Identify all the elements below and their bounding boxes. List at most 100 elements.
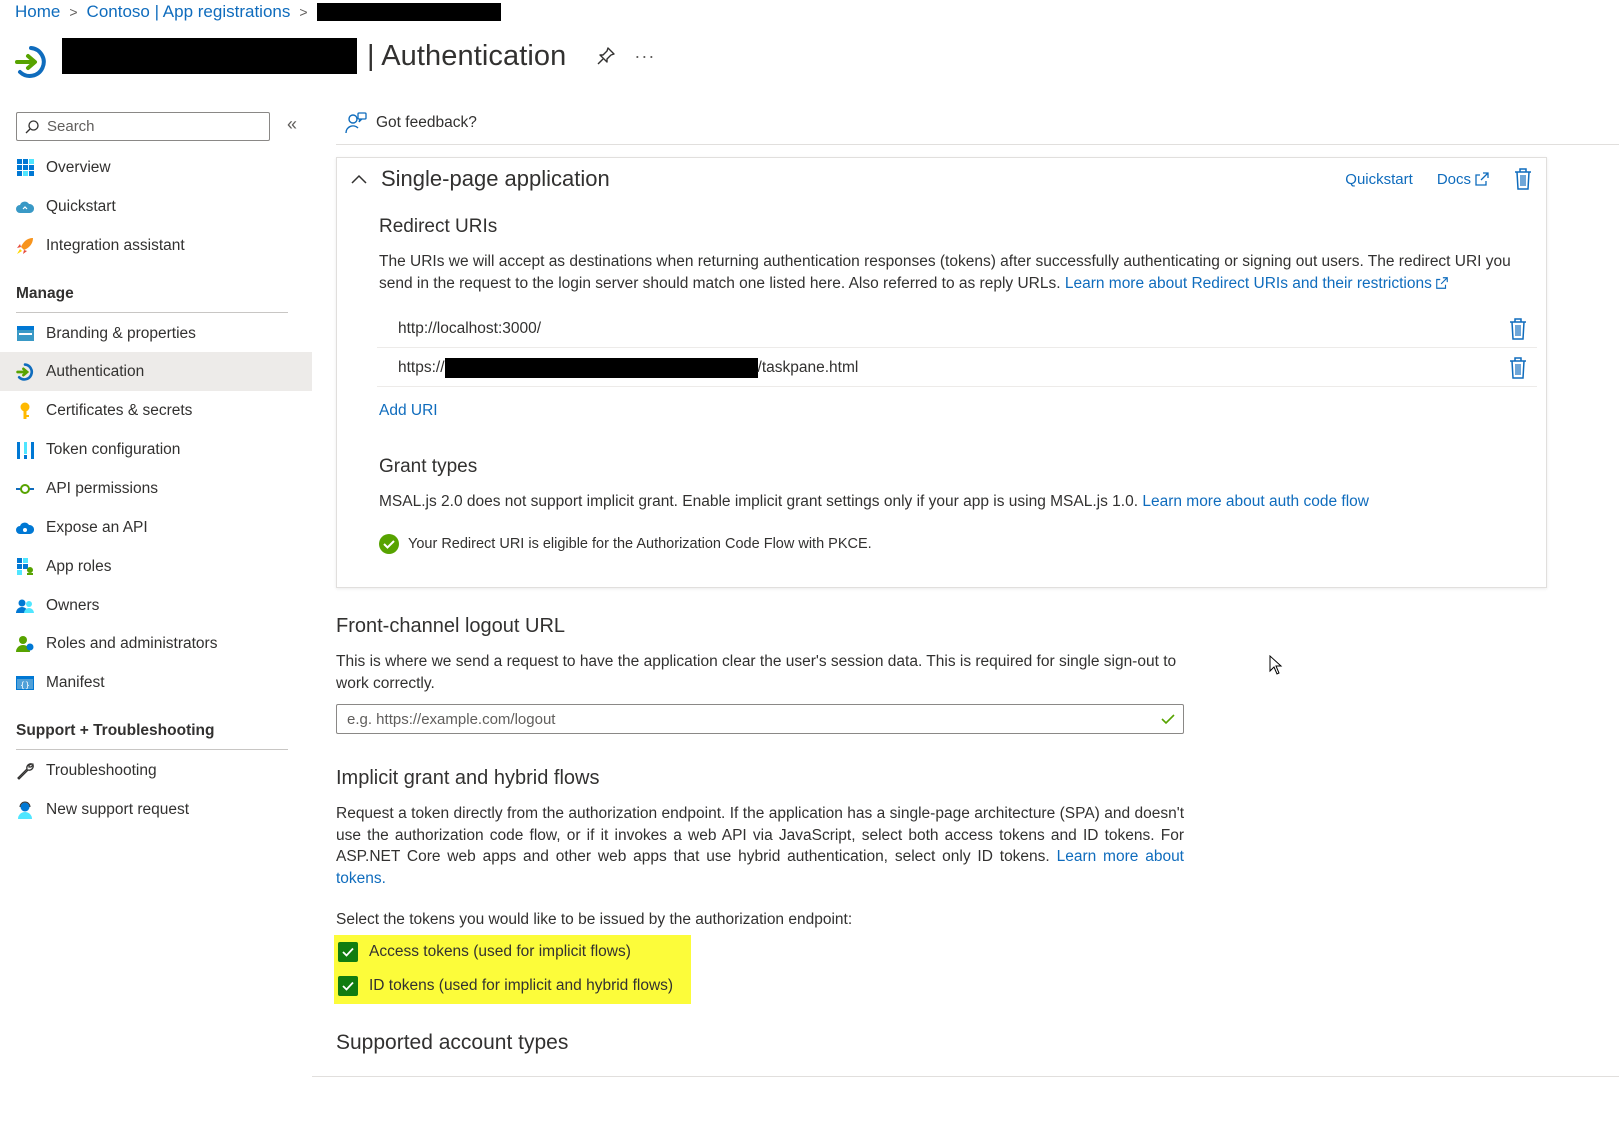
auth-code-learn-more-link[interactable]: Learn more about auth code flow	[1142, 493, 1369, 510]
delete-uri-button[interactable]	[1509, 318, 1527, 340]
sidebar-item-token-configuration[interactable]: Token configuration	[0, 430, 312, 469]
page-title: | Authentication	[367, 39, 567, 72]
add-uri-link[interactable]: Add URI	[379, 402, 438, 420]
front-channel-description: This is where we send a request to have …	[336, 653, 1177, 692]
feedback-person-icon	[345, 112, 367, 134]
token-select-prompt: Select the tokens you would like to be i…	[336, 911, 853, 928]
redirect-learn-more-label: Learn more about Redirect URIs and their…	[1064, 274, 1432, 292]
sidebar-item-integration-assistant[interactable]: Integration assistant	[0, 226, 312, 265]
access-tokens-label: Access tokens (used for implicit flows)	[369, 943, 631, 960]
feedback-label: Got feedback?	[376, 114, 477, 131]
front-channel-logout-input[interactable]: e.g. https://example.com/logout	[336, 704, 1184, 734]
sidebar-item-label: Manifest	[46, 673, 105, 691]
spa-platform-card: Single-page application Quickstart Docs …	[336, 157, 1547, 588]
sidebar-item-roles-administrators[interactable]: Roles and administrators	[0, 624, 312, 663]
page-header: | Authentication ···	[14, 30, 655, 82]
mouse-cursor-icon	[1269, 655, 1283, 675]
docs-link[interactable]: Docs	[1437, 171, 1490, 188]
delete-uri-button[interactable]	[1509, 357, 1527, 379]
sidebar-item-label: Token configuration	[46, 440, 181, 458]
external-link-icon	[1475, 172, 1489, 186]
collapse-sidebar-button[interactable]: «	[287, 114, 297, 135]
sidebar-item-label: Quickstart	[46, 197, 116, 215]
owners-icon	[16, 597, 34, 615]
divider	[336, 144, 1619, 145]
sidebar-item-label: Integration assistant	[46, 236, 185, 254]
access-tokens-checkbox-row[interactable]: Access tokens (used for implicit flows)	[338, 942, 631, 962]
cloud-quickstart-icon	[16, 198, 34, 216]
overview-grid-icon	[16, 159, 34, 177]
success-check-circle-icon	[379, 534, 399, 554]
sidebar-item-owners[interactable]: Owners	[0, 586, 312, 625]
pin-icon[interactable]	[596, 46, 616, 66]
cloud-api-icon	[16, 519, 34, 537]
access-tokens-checkbox[interactable]	[338, 942, 358, 962]
redacted-app-title	[62, 38, 357, 74]
sidebar-item-label: API permissions	[46, 479, 158, 497]
sidebar-item-authentication[interactable]: Authentication	[0, 352, 312, 391]
sidebar-item-label: Branding & properties	[46, 324, 196, 342]
redacted-app-name[interactable]	[316, 3, 501, 21]
sidebar-item-overview[interactable]: Overview	[0, 148, 312, 187]
valid-check-icon	[1161, 714, 1175, 725]
spa-card-title: Single-page application	[381, 166, 610, 191]
breadcrumb-app-registrations[interactable]: Contoso | App registrations	[87, 2, 291, 22]
sidebar-item-new-support-request[interactable]: New support request	[0, 790, 312, 829]
sidebar-item-api-permissions[interactable]: API permissions	[0, 469, 312, 508]
breadcrumb-home[interactable]: Home	[15, 2, 60, 22]
id-tokens-checkbox[interactable]	[338, 976, 358, 996]
sidebar-item-label: Certificates & secrets	[46, 401, 193, 419]
wrench-icon	[16, 762, 34, 780]
breadcrumb: Home > Contoso | App registrations >	[15, 2, 501, 22]
roles-admin-icon	[16, 635, 34, 653]
support-section-heading: Support + Troubleshooting	[16, 722, 288, 750]
divider	[312, 1076, 1619, 1077]
redirect-uri-row[interactable]: http://localhost:3000/	[377, 310, 1537, 348]
redirect-uri-row[interactable]: https:// /taskpane.html	[377, 349, 1537, 387]
svg-text:{}: {}	[20, 680, 30, 689]
branding-icon	[16, 325, 34, 343]
sidebar-search[interactable]: Search	[16, 112, 270, 141]
delete-platform-button[interactable]	[1514, 168, 1532, 190]
sidebar-item-certificates[interactable]: Certificates & secrets	[0, 391, 312, 430]
checkmark-icon	[342, 981, 354, 991]
grant-types-description: MSAL.js 2.0 does not support implicit gr…	[379, 491, 1529, 513]
redirect-uri-suffix: /taskpane.html	[757, 358, 859, 376]
api-permissions-icon	[16, 480, 34, 498]
trash-icon	[1510, 357, 1526, 379]
external-link-icon	[1436, 276, 1448, 289]
app-roles-icon	[16, 558, 34, 576]
sidebar-item-label: Troubleshooting	[46, 761, 157, 779]
breadcrumb-separator: >	[299, 4, 308, 20]
sidebar-item-branding[interactable]: Branding & properties	[0, 314, 312, 353]
sidebar-item-label: Authentication	[46, 362, 145, 380]
search-input[interactable]: Search	[47, 118, 95, 135]
manifest-icon: {}	[16, 674, 34, 692]
pkce-eligible-message: Your Redirect URI is eligible for the Au…	[379, 534, 872, 554]
breadcrumb-separator: >	[69, 4, 78, 20]
sidebar-item-label: Owners	[46, 596, 100, 614]
sidebar-item-app-roles[interactable]: App roles	[0, 547, 312, 586]
sidebar-item-quickstart[interactable]: Quickstart	[0, 187, 312, 226]
id-tokens-label: ID tokens (used for implicit and hybrid …	[369, 977, 674, 994]
logout-url-placeholder: e.g. https://example.com/logout	[347, 710, 556, 728]
redirect-uri-prefix: https://	[398, 358, 445, 376]
sidebar-item-label: Roles and administrators	[46, 634, 218, 652]
got-feedback-button[interactable]: Got feedback?	[345, 112, 477, 134]
authentication-icon	[16, 362, 34, 381]
quickstart-link[interactable]: Quickstart	[1345, 171, 1413, 188]
sidebar-item-troubleshooting[interactable]: Troubleshooting	[0, 751, 312, 790]
sidebar-item-label: Overview	[46, 158, 111, 176]
implicit-grant-heading: Implicit grant and hybrid flows	[336, 767, 600, 789]
redirect-uri-value[interactable]: http://localhost:3000/	[398, 320, 541, 338]
front-channel-logout-heading: Front-channel logout URL	[336, 615, 566, 637]
sidebar-item-expose-api[interactable]: Expose an API	[0, 508, 312, 547]
id-tokens-checkbox-row[interactable]: ID tokens (used for implicit and hybrid …	[338, 976, 673, 996]
chevron-up-icon[interactable]	[351, 174, 367, 184]
docs-link-label: Docs	[1436, 170, 1471, 188]
key-icon	[16, 402, 34, 420]
sidebar-item-manifest[interactable]: {} Manifest	[0, 663, 312, 702]
redirect-learn-more-link[interactable]: Learn more about Redirect URIs and their…	[1065, 275, 1450, 292]
more-actions-button[interactable]: ···	[634, 46, 655, 67]
card-actions: Quickstart Docs	[1321, 168, 1532, 190]
